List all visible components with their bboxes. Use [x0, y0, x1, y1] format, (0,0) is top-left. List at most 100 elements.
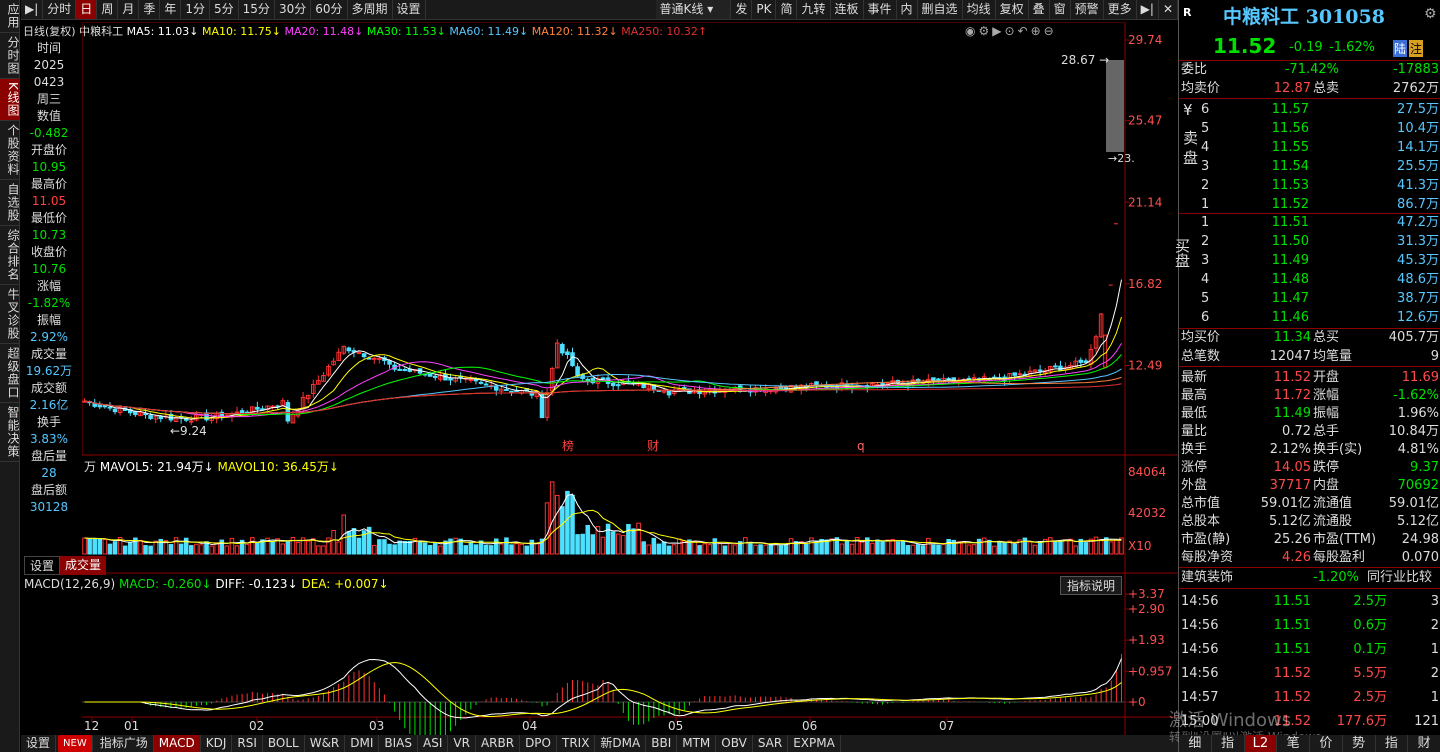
dw-value-0: 2025 — [33, 58, 65, 72]
vtab-2[interactable]: K线图 — [0, 79, 20, 121]
tool-10[interactable]: 叠 — [1029, 0, 1050, 19]
period-tab-2[interactable]: 周 — [97, 0, 119, 19]
tool-2[interactable]: 简 — [776, 0, 798, 19]
kline-type-select[interactable]: 普通K线 ▾ — [655, 0, 732, 19]
event-marker[interactable]: 财 — [647, 439, 659, 453]
period-tab-4[interactable]: 季 — [139, 0, 161, 19]
tool-9[interactable]: 复权 — [996, 0, 1029, 19]
indicator-tab-10[interactable]: ASI — [418, 735, 449, 752]
industry-compare-button[interactable]: 同行业比较 — [1367, 568, 1439, 587]
indicator-tab-14[interactable]: TRIX — [557, 735, 596, 752]
indicator-tab-13[interactable]: DPO — [520, 735, 557, 752]
sell-price: 11.52 — [1271, 197, 1309, 212]
panel-tab-6[interactable]: 指 — [1376, 735, 1409, 752]
indicator-tab-3[interactable]: MACD — [153, 735, 201, 752]
indicator-tab-8[interactable]: DMI — [345, 735, 380, 752]
nav-arrow-icon[interactable]: ▶| — [1137, 0, 1159, 19]
buy-row: 2 11.50 31.3万 — [1179, 232, 1440, 251]
period-tab-9[interactable]: 30分 — [275, 0, 312, 19]
period-tab-0[interactable]: 分时 — [43, 0, 77, 19]
event-marker[interactable]: q — [857, 439, 865, 453]
period-tab-3[interactable]: 月 — [118, 0, 140, 19]
tool-12[interactable]: 预警 — [1071, 0, 1104, 19]
tool-13[interactable]: 更多 — [1104, 0, 1137, 19]
indicator-help-button[interactable]: 指标说明 — [1060, 576, 1123, 595]
indicator-tab-19[interactable]: SAR — [753, 735, 789, 752]
indicator-tab-16[interactable]: BBI — [646, 735, 678, 752]
volume-bar — [1022, 537, 1028, 555]
panel-tab-5[interactable]: 势 — [1343, 735, 1376, 752]
avg-sell-value: 12.87 — [1273, 81, 1311, 96]
close-icon[interactable]: ✕ — [1159, 0, 1178, 19]
panel-tab-0[interactable]: 细 — [1179, 735, 1212, 752]
tool-5[interactable]: 事件 — [864, 0, 897, 19]
tool-8[interactable]: 均线 — [963, 0, 996, 19]
panel-tab-7[interactable]: 财 — [1408, 735, 1440, 752]
tool-11[interactable]: 窗 — [1050, 0, 1071, 19]
buy-volume: 38.7万 — [1397, 291, 1439, 306]
volume-bar — [194, 543, 199, 555]
period-tab-10[interactable]: 60分 — [311, 0, 348, 19]
stat-row: 最新 11.52 开盘 11.69 — [1179, 368, 1440, 387]
stat-row: 外盘 37717 内盘 70692 — [1179, 476, 1440, 495]
tool-6[interactable]: 内 — [897, 0, 918, 19]
indicator-tab-15[interactable]: 新DMA — [595, 735, 647, 752]
tool-0[interactable]: 发 — [731, 0, 753, 19]
vtab-1[interactable]: 分时图 — [0, 33, 20, 79]
indicator-tab-20[interactable]: EXPMA — [788, 735, 841, 752]
period-tab-6[interactable]: 1分 — [181, 0, 211, 19]
period-tab-11[interactable]: 多周期 — [348, 0, 393, 19]
settings-icon[interactable]: ⚙ — [1424, 6, 1437, 22]
avg-sell-label: 均卖价 — [1181, 81, 1221, 96]
indicator-tab-9[interactable]: BIAS — [379, 735, 419, 752]
period-tab-5[interactable]: 年 — [160, 0, 182, 19]
x-tick: 04 — [522, 719, 537, 733]
period-tab-7[interactable]: 5分 — [210, 0, 239, 19]
tool-7[interactable]: 删自选 — [918, 0, 963, 19]
indicator-tab-12[interactable]: ARBR — [476, 735, 521, 752]
vol-tab[interactable]: 成交量 — [60, 556, 107, 575]
vtab-3[interactable]: 个股资料 — [0, 121, 20, 180]
kline-chart[interactable]: 29.74 25.47 21.14 16.82 12.49 28.67 → →23. ←9.2… — [82, 22, 1178, 752]
nav-arrow-icon[interactable]: ▶| — [21, 0, 44, 19]
indicator-tab-18[interactable]: OBV — [716, 735, 753, 752]
volume-bar — [402, 540, 408, 555]
indicator-tab-5[interactable]: RSI — [232, 735, 263, 752]
vol-setting-tab[interactable]: 设置 — [24, 556, 61, 575]
vtab-6[interactable]: 牛叉诊股 — [0, 285, 20, 344]
event-marker[interactable]: 榜 — [562, 438, 574, 453]
tool-4[interactable]: 连板 — [831, 0, 864, 19]
indicator-tab-11[interactable]: VR — [448, 735, 476, 752]
volume-bar — [758, 544, 763, 555]
panel-tab-1[interactable]: 指 — [1212, 735, 1245, 752]
indicator-tab-6[interactable]: BOLL — [263, 735, 305, 752]
candle — [402, 368, 408, 371]
tick-count: 3 — [1430, 594, 1439, 609]
vtab-8[interactable]: 智能决策 — [0, 403, 20, 462]
period-tab-8[interactable]: 15分 — [239, 0, 275, 19]
candle — [565, 351, 570, 356]
indicator-tab-7[interactable]: W&R — [305, 735, 346, 752]
panel-tab-3[interactable]: 笔 — [1277, 735, 1310, 752]
dw-label-7: 收盘价 — [30, 245, 67, 259]
trade-count-row: 总笔数 12047 均笔量 9 — [1179, 347, 1440, 366]
dw-label-11: 成交额 — [30, 381, 67, 395]
tick-price: 11.52 — [1273, 666, 1311, 681]
tool-1[interactable]: PK — [752, 0, 777, 19]
vtab-5[interactable]: 综合排名 — [0, 226, 20, 285]
indicator-tab-0[interactable]: 设置 — [21, 735, 57, 752]
indicator-tab-2[interactable]: 指标广场 — [95, 735, 154, 752]
tool-3[interactable]: 九转 — [797, 0, 831, 19]
vtab-4[interactable]: 自选股 — [0, 180, 20, 226]
indicator-tab-4[interactable]: KDJ — [201, 735, 233, 752]
panel-tab-4[interactable]: 价 — [1310, 735, 1343, 752]
vol-tick: 84064 — [1128, 465, 1166, 479]
indicator-tab-1[interactable]: NEW — [58, 735, 93, 752]
volume-bar — [524, 545, 530, 555]
period-tab-12[interactable]: 设置 — [393, 0, 426, 19]
vtab-7[interactable]: 超级盘口 — [0, 344, 20, 403]
indicator-tab-17[interactable]: MTM — [677, 735, 717, 752]
vtab-0[interactable]: 应用 — [0, 0, 20, 33]
period-tab-1[interactable]: 日 — [76, 0, 98, 19]
panel-tab-2[interactable]: L2 — [1244, 735, 1278, 752]
